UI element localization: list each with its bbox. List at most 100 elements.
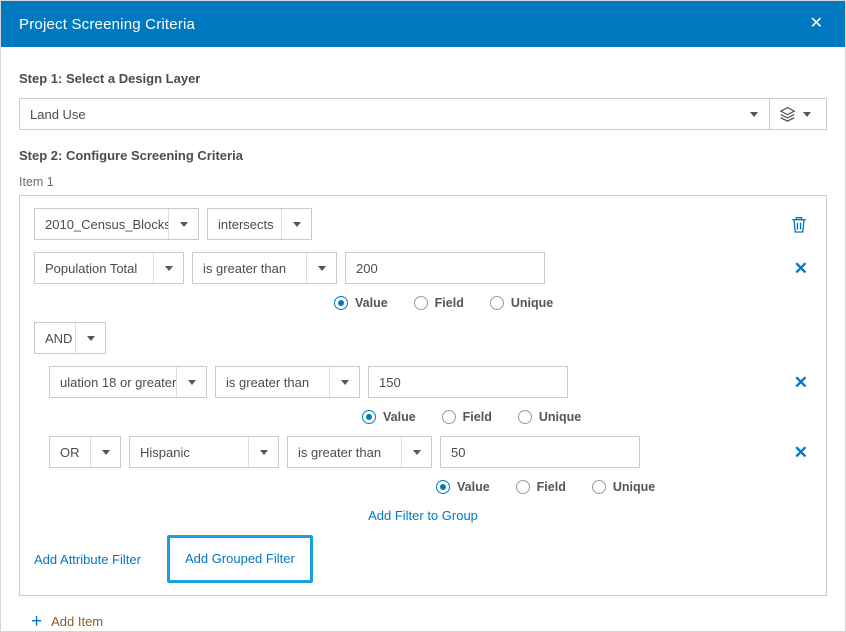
group-filter1-unique-radio[interactable]: Unique xyxy=(518,410,581,424)
group-conjunction-row: AND xyxy=(34,322,812,354)
filter1-value-radio[interactable]: Value xyxy=(334,296,388,310)
dialog-body: Step 1: Select a Design Layer Land Use S… xyxy=(1,47,845,631)
chevron-down-icon xyxy=(153,253,183,283)
group-filter2-operator-select[interactable]: is greater than xyxy=(287,436,432,468)
spatial-layer-value: 2010_Census_Blocks xyxy=(35,217,168,232)
radio-label: Value xyxy=(383,410,416,424)
radio-label: Unique xyxy=(613,480,655,494)
item1-panel: 2010_Census_Blocks intersects xyxy=(19,195,827,596)
group-filter1-value-input[interactable] xyxy=(368,366,568,398)
plus-icon[interactable]: + xyxy=(31,612,42,631)
add-filter-to-group-link[interactable]: Add Filter to Group xyxy=(34,508,812,523)
group-filter2-conjunction-value: OR xyxy=(50,445,90,460)
spatial-operator-select[interactable]: intersects xyxy=(207,208,312,240)
group-conjunction-select[interactable]: AND xyxy=(34,322,106,354)
remove-icon: ✕ xyxy=(794,444,808,461)
close-icon[interactable]: ✕ xyxy=(806,12,827,36)
add-grouped-filter-highlight: Add Grouped Filter xyxy=(167,535,313,583)
layers-icon xyxy=(779,106,796,123)
filter1-field-radio[interactable]: Field xyxy=(414,296,464,310)
radio-circle xyxy=(516,480,530,494)
radio-circle xyxy=(442,410,456,424)
group-filter2-row: OR Hispanic is greater than ✕ xyxy=(49,436,812,468)
chevron-down-icon xyxy=(90,437,120,467)
chevron-down-icon xyxy=(281,209,311,239)
group-filter2-conjunction-select[interactable]: OR xyxy=(49,436,121,468)
dialog-header: Project Screening Criteria ✕ xyxy=(1,1,845,47)
design-layer-select[interactable]: Land Use xyxy=(19,98,770,130)
group-filter2-unique-radio[interactable]: Unique xyxy=(592,480,655,494)
remove-group-filter2-button[interactable]: ✕ xyxy=(790,442,812,463)
remove-filter1-button[interactable]: ✕ xyxy=(790,258,812,279)
radio-label: Value xyxy=(355,296,388,310)
chevron-down-icon xyxy=(248,437,278,467)
group-filter1-value-radio[interactable]: Value xyxy=(362,410,416,424)
filter1-field-select[interactable]: Population Total xyxy=(34,252,184,284)
group-filter1-operator-select[interactable]: is greater than xyxy=(215,366,360,398)
chevron-down-icon xyxy=(401,437,431,467)
group-filter2-field-radio[interactable]: Field xyxy=(516,480,566,494)
group-filter1-field-select[interactable]: ulation 18 or greater xyxy=(49,366,207,398)
radio-circle xyxy=(490,296,504,310)
spatial-filter-row: 2010_Census_Blocks intersects xyxy=(34,208,812,240)
filter1-value-input[interactable] xyxy=(345,252,545,284)
delete-item-button[interactable] xyxy=(786,213,812,236)
chevron-down-icon xyxy=(739,99,769,129)
trash-icon xyxy=(790,215,808,234)
radio-circle xyxy=(334,296,348,310)
attribute-filter-row: Population Total is greater than ✕ xyxy=(34,252,812,284)
group-filter1-row: ulation 18 or greater is greater than ✕ xyxy=(49,366,812,398)
filter1-unique-radio[interactable]: Unique xyxy=(490,296,553,310)
radio-circle xyxy=(592,480,606,494)
add-item-row: + Add Item xyxy=(19,596,827,631)
remove-icon: ✕ xyxy=(794,260,808,277)
add-attribute-filter-link[interactable]: Add Attribute Filter xyxy=(34,552,141,567)
radio-label: Unique xyxy=(539,410,581,424)
group-filter2-field-select[interactable]: Hispanic xyxy=(129,436,279,468)
filter1-field-value: Population Total xyxy=(35,261,153,276)
filter1-value-type-radios: Value Field Unique xyxy=(334,296,812,310)
group-filter1-operator-value: is greater than xyxy=(216,375,329,390)
filter1-operator-select[interactable]: is greater than xyxy=(192,252,337,284)
spatial-layer-select[interactable]: 2010_Census_Blocks xyxy=(34,208,199,240)
remove-icon: ✕ xyxy=(794,374,808,391)
group-filter1-field-radio[interactable]: Field xyxy=(442,410,492,424)
radio-circle xyxy=(436,480,450,494)
radio-circle xyxy=(518,410,532,424)
dialog-title: Project Screening Criteria xyxy=(19,16,195,33)
group-conjunction-value: AND xyxy=(35,331,75,346)
filter1-operator-value: is greater than xyxy=(193,261,306,276)
group-filter2-value-input[interactable] xyxy=(440,436,640,468)
chevron-down-icon xyxy=(306,253,336,283)
design-layer-value: Land Use xyxy=(20,107,739,122)
group-filter2-value-radio[interactable]: Value xyxy=(436,480,490,494)
item1-label: Item 1 xyxy=(19,175,827,189)
remove-group-filter1-button[interactable]: ✕ xyxy=(790,372,812,393)
chevron-down-icon xyxy=(329,367,359,397)
group-filter2-field-value: Hispanic xyxy=(130,445,248,460)
radio-circle xyxy=(414,296,428,310)
chevron-down-icon xyxy=(176,367,206,397)
group-filter1-field-value: ulation 18 or greater xyxy=(50,375,176,390)
radio-circle xyxy=(362,410,376,424)
step1-label: Step 1: Select a Design Layer xyxy=(19,71,827,86)
layer-list-button[interactable] xyxy=(769,98,827,130)
design-layer-row: Land Use xyxy=(19,98,827,130)
step2-label: Step 2: Configure Screening Criteria xyxy=(19,148,827,163)
add-item-link[interactable]: Add Item xyxy=(51,614,103,629)
spatial-operator-value: intersects xyxy=(208,217,281,232)
chevron-down-icon xyxy=(168,209,198,239)
group-filter2-value-type-radios: Value Field Unique xyxy=(436,480,812,494)
radio-label: Field xyxy=(463,410,492,424)
add-grouped-filter-link[interactable]: Add Grouped Filter xyxy=(185,551,295,566)
filter-actions-row: Add Attribute Filter Add Grouped Filter xyxy=(34,535,812,583)
group-filter2-operator-value: is greater than xyxy=(288,445,401,460)
radio-label: Field xyxy=(435,296,464,310)
radio-label: Value xyxy=(457,480,490,494)
radio-label: Field xyxy=(537,480,566,494)
chevron-down-icon xyxy=(75,323,105,353)
group-filter1-value-type-radios: Value Field Unique xyxy=(362,410,812,424)
radio-label: Unique xyxy=(511,296,553,310)
chevron-down-icon xyxy=(796,99,818,129)
project-screening-dialog: Project Screening Criteria ✕ Step 1: Sel… xyxy=(0,0,846,632)
